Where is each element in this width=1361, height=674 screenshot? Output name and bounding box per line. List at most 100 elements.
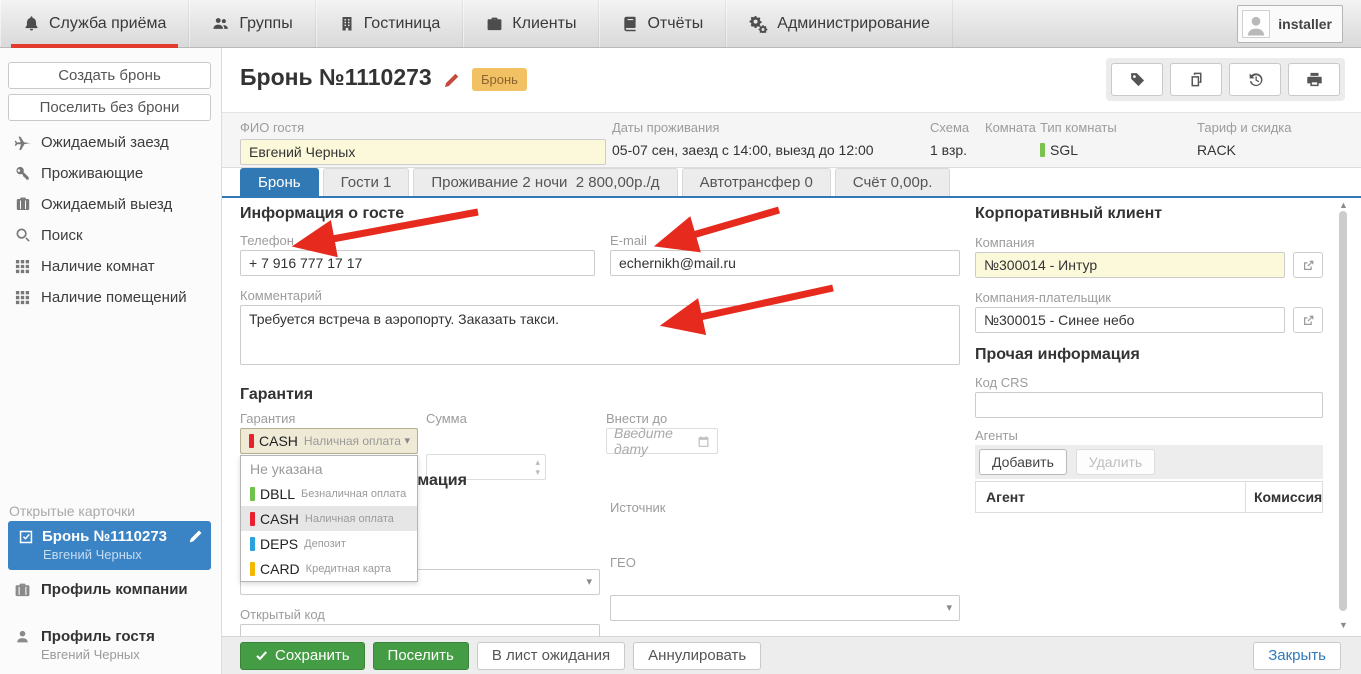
sidebar-item-search[interactable]: Поиск — [0, 220, 222, 250]
booking-summary-strip: ФИО гостя Даты проживания 05-07 сен, зае… — [222, 112, 1361, 168]
phone-input[interactable] — [240, 250, 595, 276]
dropdown-option-card[interactable]: CARD Кредитная карта — [241, 556, 417, 581]
top-navigation: Служба приёма Группы Гостиница Клиенты О… — [0, 0, 1361, 48]
sidebar-item-room-availability[interactable]: Наличие комнат — [0, 251, 222, 281]
sidebar-item-label: Наличие помещений — [41, 289, 187, 306]
scroll-down-icon[interactable]: ▼ — [1339, 620, 1348, 630]
spinner-arrows-icon[interactable]: ▴▾ — [535, 457, 540, 477]
scheme-field: Схема 1 взр. — [930, 120, 969, 158]
sidebar-item-residents[interactable]: Проживающие — [0, 158, 222, 188]
stay-dates-field: Даты проживания 05-07 сен, заезд с 14:00… — [612, 120, 874, 158]
dropdown-option-dbll[interactable]: DBLL Безналичная оплата — [241, 481, 417, 506]
calendar-icon — [697, 435, 710, 448]
guest-name-label: ФИО гостя — [240, 120, 606, 135]
waitlist-button[interactable]: В лист ожидания — [477, 642, 625, 670]
nav-item-reports[interactable]: Отчёты — [599, 0, 726, 47]
checkin-no-booking-button[interactable]: Поселить без брони — [8, 94, 211, 121]
sidebar-item-label: Наличие комнат — [41, 258, 155, 275]
tab-guests[interactable]: Гости 1 — [323, 168, 410, 196]
check-icon — [255, 649, 268, 662]
source-select[interactable]: ▾ — [610, 595, 960, 621]
grid-icon — [14, 259, 31, 274]
option-name: Наличная оплата — [305, 513, 394, 525]
edit-title-pencil-icon[interactable] — [443, 72, 460, 89]
guarantee-select[interactable]: CASH Наличная оплата ▾ — [240, 428, 418, 454]
scrollbar-thumb[interactable] — [1339, 211, 1347, 611]
action-bar: Сохранить Поселить В лист ожидания Аннул… — [222, 636, 1361, 674]
sidebar-card-guest-profile[interactable]: Профиль гостя Евгений Черных — [0, 628, 222, 662]
tab-stay[interactable]: Проживание 2 ночи 2 800,00р./д — [413, 168, 677, 196]
plane-icon — [14, 134, 31, 151]
history-icon — [1247, 71, 1264, 88]
room-type-color-bar — [1040, 143, 1045, 157]
tab-booking[interactable]: Бронь — [240, 168, 319, 196]
card-title: Бронь №1110273 — [42, 528, 167, 545]
tab-transfer[interactable]: Автотрансфер 0 — [682, 168, 831, 196]
payer-company-label: Компания-плательщик — [975, 290, 1111, 305]
page-header: Бронь №1110273 Бронь — [222, 48, 1361, 112]
guarantee-code: CASH — [259, 433, 298, 449]
vertical-scrollbar[interactable]: ▲ ▼ — [1337, 198, 1349, 636]
save-button[interactable]: Сохранить — [240, 642, 365, 670]
user-menu[interactable]: installer — [1237, 5, 1343, 43]
tags-button[interactable] — [1111, 63, 1163, 96]
annul-button[interactable]: Аннулировать — [633, 642, 761, 670]
option-code: CASH — [260, 511, 299, 527]
sidebar-item-space-availability[interactable]: Наличие помещений — [0, 282, 222, 312]
nav-item-groups[interactable]: Группы — [189, 0, 315, 47]
scroll-up-icon[interactable]: ▲ — [1339, 200, 1348, 210]
checkin-button[interactable]: Поселить — [373, 642, 469, 670]
guest-name-input[interactable] — [240, 139, 606, 165]
sidebar-item-expected-departure[interactable]: Ожидаемый выезд — [0, 189, 222, 219]
external-link-icon — [1302, 259, 1315, 272]
dropdown-option-cash[interactable]: CASH Наличная оплата — [241, 506, 417, 531]
company-input[interactable] — [975, 252, 1285, 278]
person-icon — [14, 629, 31, 644]
dropdown-option-deps[interactable]: DEPS Депозит — [241, 531, 417, 556]
email-input[interactable] — [610, 250, 960, 276]
nav-item-administration[interactable]: Администрирование — [726, 0, 953, 47]
booking-form: Информация о госте Телефон E-mail Коммен… — [222, 198, 1361, 636]
nav-item-clients[interactable]: Клиенты — [463, 0, 599, 47]
avatar — [1242, 10, 1270, 38]
chevron-down-icon: ▾ — [946, 601, 952, 614]
stay-dates-label: Даты проживания — [612, 120, 874, 135]
nav-item-label: Гостиница — [364, 15, 441, 33]
sidebar: Создать бронь Поселить без брони Ожидаем… — [0, 48, 222, 674]
open-code-input[interactable] — [240, 624, 600, 636]
remove-agent-button[interactable]: Удалить — [1076, 449, 1155, 475]
pencil-icon[interactable] — [188, 529, 203, 544]
crs-code-input[interactable] — [975, 392, 1323, 418]
sidebar-card-company-profile[interactable]: Профиль компании — [0, 581, 222, 598]
option-color-bar — [250, 512, 255, 526]
comment-textarea[interactable]: Требуется встреча в аэропорту. Заказать … — [240, 305, 960, 365]
open-code-label: Открытый код — [240, 607, 325, 622]
grid-icon — [14, 290, 31, 305]
create-booking-button[interactable]: Создать бронь — [8, 62, 211, 89]
key-icon — [14, 165, 31, 181]
commission-column-header: Комиссия — [1246, 482, 1322, 512]
open-payer-button[interactable] — [1293, 307, 1323, 333]
close-button[interactable]: Закрыть — [1253, 642, 1341, 670]
option-color-bar — [250, 537, 255, 551]
tag-icon — [1129, 71, 1146, 88]
book-icon — [622, 15, 638, 32]
tab-invoice[interactable]: Счёт 0,00р. — [835, 168, 951, 196]
nav-item-reception[interactable]: Служба приёма — [0, 0, 189, 47]
dropdown-option-none[interactable]: Не указана — [241, 456, 417, 481]
open-company-button[interactable] — [1293, 252, 1323, 278]
copy-button[interactable] — [1170, 63, 1222, 96]
due-date-input[interactable]: Введите дату — [606, 428, 718, 454]
sidebar-card-booking[interactable]: Бронь №1110273 Евгений Черных — [8, 521, 211, 570]
nav-item-label: Группы — [239, 15, 292, 33]
history-button[interactable] — [1229, 63, 1281, 96]
due-date-label: Внести до — [606, 411, 667, 426]
card-title: Профиль гостя — [41, 628, 155, 645]
print-button[interactable] — [1288, 63, 1340, 96]
sidebar-item-expected-arrival[interactable]: Ожидаемый заезд — [0, 127, 222, 157]
payer-company-input[interactable] — [975, 307, 1285, 333]
nav-item-hotel[interactable]: Гостиница — [316, 0, 464, 47]
nav-item-label: Клиенты — [512, 15, 576, 33]
add-agent-button[interactable]: Добавить — [979, 449, 1067, 475]
nav-item-label: Отчёты — [647, 15, 703, 33]
